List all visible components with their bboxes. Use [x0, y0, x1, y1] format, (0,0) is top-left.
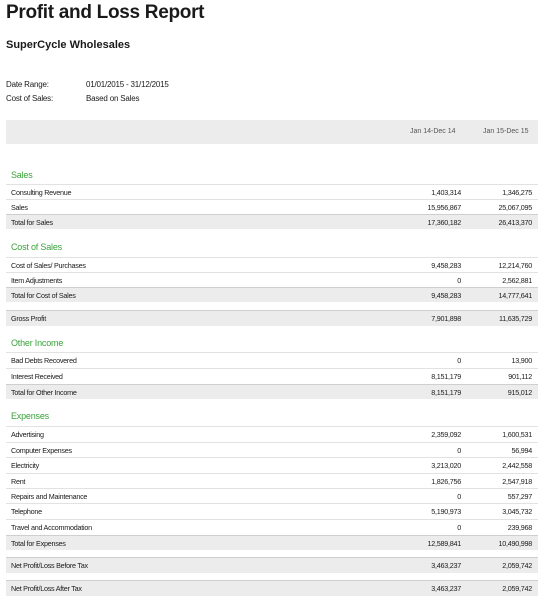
- value-2015: 14,777,641: [498, 291, 533, 300]
- row-interest-received: Interest Received 8,151,179 901,112: [6, 368, 538, 383]
- row-label: Sales: [11, 203, 28, 212]
- value-2014: 0: [457, 356, 461, 365]
- value-2014: 3,213,020: [431, 461, 461, 470]
- row-net-before-tax: Net Profit/Loss Before Tax 3,463,237 2,0…: [6, 557, 538, 573]
- column-header-2014: Jan 14-Dec 14: [410, 128, 456, 135]
- value-2015: 2,547,918: [502, 477, 532, 486]
- column-header-2015: Jan 15-Dec 15: [483, 128, 529, 135]
- row-rent: Rent 1,826,756 2,547,918: [6, 473, 538, 488]
- value-2014: 17,360,182: [427, 218, 462, 227]
- value-2015: 901,112: [508, 372, 532, 381]
- row-repairs-maintenance: Repairs and Maintenance 0 557,297: [6, 488, 538, 503]
- row-label: Net Profit/Loss Before Tax: [11, 561, 88, 570]
- section-other-income: Other Income: [11, 338, 64, 348]
- row-total-expenses: Total for Expenses 12,589,841 10,490,998: [6, 535, 538, 550]
- value-2015: 239,968: [507, 523, 532, 532]
- value-2015: 13,900: [511, 356, 533, 365]
- value-2014: 2,359,092: [431, 430, 461, 439]
- section-expenses: Expenses: [11, 411, 49, 421]
- value-2015: 10,490,998: [498, 539, 533, 548]
- value-2015: 557,297: [507, 492, 532, 501]
- value-2015: 26,413,370: [498, 218, 533, 227]
- value-2014: 0: [457, 492, 461, 501]
- value-2014: 1,403,314: [431, 188, 461, 197]
- value-2015: 2,562,881: [502, 276, 532, 285]
- value-2014: 9,458,283: [431, 261, 461, 270]
- row-label: Electricity: [11, 461, 40, 470]
- row-total-other-income: Total for Other Income 8,151,179 915,012: [6, 384, 538, 399]
- row-gross-profit: Gross Profit 7,901,898 11,635,729: [6, 310, 538, 326]
- row-label: Net Profit/Loss After Tax: [11, 584, 82, 593]
- row-label: Cost of Sales/ Purchases: [11, 261, 86, 270]
- row-total-sales: Total for Sales 17,360,182 26,413,370: [6, 214, 538, 229]
- value-2014: 1,826,756: [431, 477, 461, 486]
- value-2014: 7,901,898: [431, 314, 461, 323]
- row-label: Total for Other Income: [11, 388, 77, 397]
- value-2015: 3,045,732: [502, 507, 532, 516]
- row-label: Item Adjustments: [11, 276, 63, 285]
- row-label: Total for Cost of Sales: [11, 291, 76, 300]
- row-net-after-tax: Net Profit/Loss After Tax 3,463,237 2,05…: [6, 580, 538, 596]
- row-label: Computer Expenses: [11, 446, 72, 455]
- value-2015: 915,012: [507, 388, 532, 397]
- row-computer-expenses: Computer Expenses 0 56,994: [6, 442, 538, 457]
- row-label: Rent: [11, 477, 26, 486]
- value-2015: 25,067,095: [498, 203, 533, 212]
- cost-of-sales-value: Based on Sales: [86, 94, 140, 103]
- value-2015: 56,994: [511, 446, 533, 455]
- value-2014: 8,151,179: [431, 388, 461, 397]
- value-2014: 0: [457, 276, 461, 285]
- value-2014: 8,151,179: [431, 372, 461, 381]
- value-2015: 12,214,760: [498, 261, 533, 270]
- cost-of-sales-label: Cost of Sales:: [6, 94, 54, 103]
- row-cost-purchases: Cost of Sales/ Purchases 9,458,283 12,21…: [6, 257, 538, 272]
- value-2015: 2,059,742: [502, 584, 532, 593]
- section-cost-of-sales: Cost of Sales: [11, 242, 62, 252]
- row-advertising: Advertising 2,359,092 1,600,531: [6, 426, 538, 441]
- row-label: Consulting Revenue: [11, 188, 72, 197]
- column-header-band: [6, 120, 538, 144]
- row-label: Bad Debts Recovered: [11, 356, 77, 365]
- value-2014: 0: [457, 523, 461, 532]
- row-electricity: Electricity 3,213,020 2,442,558: [6, 457, 538, 472]
- row-label: Total for Expenses: [11, 539, 66, 548]
- value-2015: 2,059,742: [502, 561, 532, 570]
- value-2014: 3,463,237: [431, 561, 461, 570]
- row-total-cost-of-sales: Total for Cost of Sales 9,458,283 14,777…: [6, 287, 538, 302]
- profit-loss-report: Profit and Loss Report SuperCycle Wholes…: [0, 0, 548, 609]
- report-title: Profit and Loss Report: [6, 2, 205, 23]
- date-range-label: Date Range:: [6, 80, 49, 89]
- value-2014: 12,589,841: [427, 539, 462, 548]
- row-bad-debts: Bad Debts Recovered 0 13,900: [6, 352, 538, 367]
- row-label: Telephone: [11, 507, 42, 516]
- row-item-adjustments: Item Adjustments 0 2,562,881: [6, 272, 538, 287]
- row-label: Interest Received: [11, 372, 63, 381]
- row-label: Travel and Accommodation: [11, 523, 92, 532]
- company-name: SuperCycle Wholesales: [6, 39, 131, 51]
- section-sales: Sales: [11, 170, 33, 180]
- value-2015: 2,442,558: [502, 461, 532, 470]
- value-2014: 5,190,973: [431, 507, 461, 516]
- row-travel-accommodation: Travel and Accommodation 0 239,968: [6, 519, 538, 534]
- value-2014: 3,463,237: [431, 584, 461, 593]
- row-sales: Sales 15,956,867 25,067,095: [6, 199, 538, 214]
- value-2015: 1,600,531: [502, 430, 532, 439]
- row-consulting-revenue: Consulting Revenue 1,403,314 1,346,275: [6, 184, 538, 199]
- value-2014: 0: [457, 446, 461, 455]
- row-telephone: Telephone 5,190,973 3,045,732: [6, 503, 538, 518]
- value-2015: 11,635,729: [499, 314, 532, 323]
- row-label: Advertising: [11, 430, 44, 439]
- row-label: Total for Sales: [11, 218, 53, 227]
- value-2014: 9,458,283: [431, 291, 461, 300]
- value-2015: 1,346,275: [502, 188, 532, 197]
- date-range-value: 01/01/2015 - 31/12/2015: [86, 80, 169, 89]
- row-label: Gross Profit: [11, 314, 46, 323]
- row-label: Repairs and Maintenance: [11, 492, 88, 501]
- value-2014: 15,956,867: [427, 203, 462, 212]
